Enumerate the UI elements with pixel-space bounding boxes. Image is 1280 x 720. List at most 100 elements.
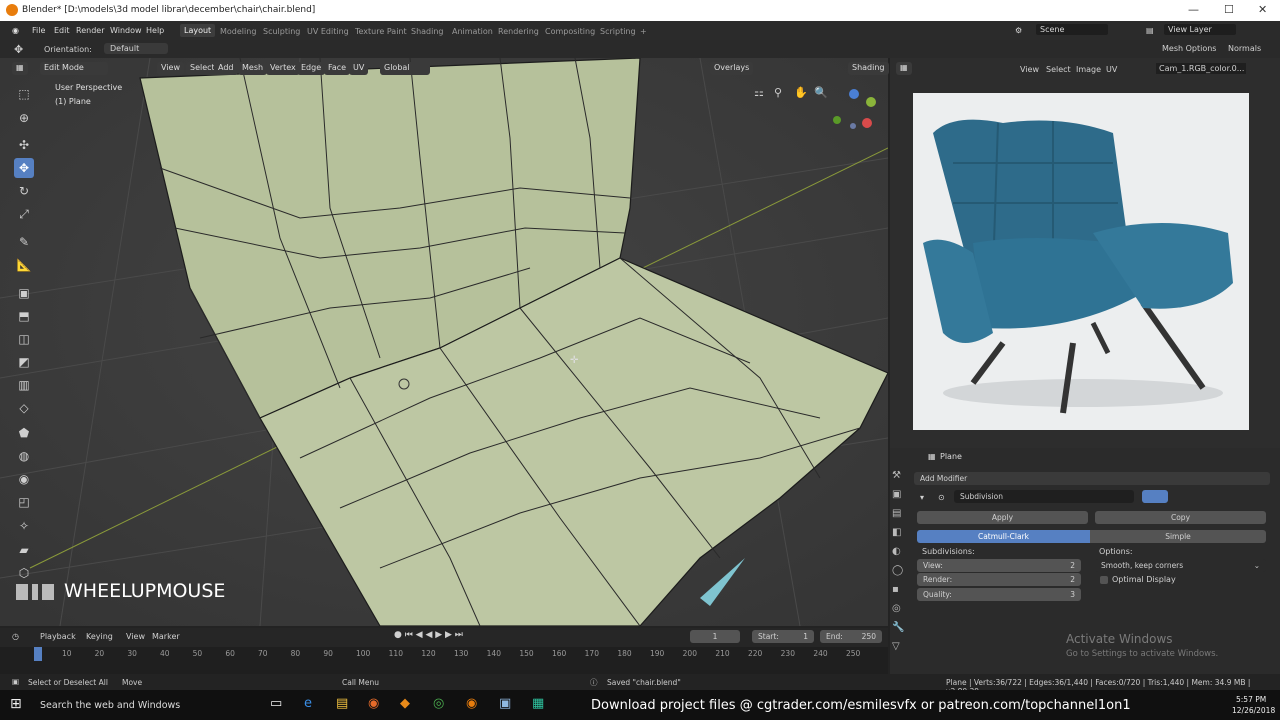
view-subdivisions-field[interactable]: View: 2 [917,559,1081,572]
timeline-editor-icon[interactable]: ◷ [12,632,19,641]
uv-smooth-dropdown[interactable]: Smooth, keep corners ⌄ [1095,559,1266,572]
shrink-tool-icon[interactable]: ✧ [14,516,34,536]
menu-help[interactable]: Help [146,26,164,35]
catmull-clark-tab[interactable]: Catmull-Clark [917,530,1090,543]
image-editor-type-icon[interactable]: ▦ [896,62,912,75]
rotate-tool-icon[interactable]: ↻ [14,181,34,201]
cursor-tool-icon[interactable]: ⊕ [14,108,34,128]
editor-type-icon[interactable]: ▦ [12,62,28,75]
shear-tool-icon[interactable]: ▰ [14,540,34,560]
add-workspace-icon[interactable]: + [640,27,647,36]
tab-sculpting[interactable]: Sculpting [263,27,300,36]
world-tab-icon[interactable]: ◯ [892,565,910,584]
tab-animation[interactable]: Animation [452,27,493,36]
apply-button[interactable]: Apply [917,511,1088,524]
3d-viewport[interactable]: ✛ ⚏ ⚲ ✋ 🔍 [0,58,888,626]
extrude-tool-icon[interactable]: ⬒ [14,306,34,326]
collapse-modifier-icon[interactable]: ▾ [920,493,924,502]
normals-dropdown[interactable]: Normals [1228,44,1261,53]
img-menu-view[interactable]: View [1020,65,1039,74]
image-selector[interactable]: Cam_1.RGB_color.0... [1156,63,1246,74]
knife-tool-icon[interactable]: ◇ [14,398,34,418]
current-frame-field[interactable]: 1 [690,630,740,643]
transform-tool-icon[interactable]: ✥ [14,158,34,178]
edge-slide-tool-icon[interactable]: ◰ [14,492,34,512]
app-icon[interactable]: ▦ [532,696,544,711]
img-menu-select[interactable]: Select [1046,65,1071,74]
playback-controls[interactable]: ● ⏮ ◀ ◀ ▶ ▶ ⏭ [394,630,463,640]
vp-menu-view[interactable]: View [157,62,184,75]
add-cube-tool-icon[interactable]: ▣ [14,283,34,303]
edge-browser-icon[interactable]: e [304,696,312,711]
timeline-menu-playback[interactable]: Playback [40,632,76,641]
tab-uv-editing[interactable]: UV Editing [307,27,349,36]
firefox-icon[interactable]: ◉ [368,696,379,711]
tab-layout[interactable]: Layout [180,24,216,37]
transform-orientation-dropdown[interactable]: Global [380,62,430,75]
chrome-icon[interactable]: ◎ [433,696,444,711]
tool-tab-icon[interactable]: ⚒ [892,470,910,489]
data-tab-icon[interactable]: ▽ [892,641,910,660]
timeline-menu-view[interactable]: View [126,632,145,641]
file-explorer-icon[interactable]: ▤ [336,696,348,711]
bevel-tool-icon[interactable]: ◩ [14,352,34,372]
playhead[interactable] [34,647,42,661]
timeline-menu-keying[interactable]: Keying [86,632,113,641]
maximize-icon[interactable]: ☐ [1224,3,1234,16]
mesh-options-dropdown[interactable]: Mesh Options [1162,44,1216,53]
menu-edit[interactable]: Edit [54,26,70,35]
poly-build-tool-icon[interactable]: ⬟ [14,423,34,443]
vp-menu-add[interactable]: Add [214,62,238,75]
scale-tool-icon[interactable]: ⤢ [14,204,34,224]
physics-tab-icon[interactable]: ◎ [892,603,910,622]
vp-menu-vertex[interactable]: Vertex [266,62,300,75]
tab-scripting[interactable]: Scripting [600,27,636,36]
select-box-tool-icon[interactable]: ⬚ [14,84,34,104]
object-tab-icon[interactable]: ▪ [892,584,910,603]
output-tab-icon[interactable]: ▤ [892,508,910,527]
view-layer-selector[interactable]: View Layer [1164,24,1236,35]
render-tab-icon[interactable]: ▣ [892,489,910,508]
loop-cut-tool-icon[interactable]: ▥ [14,375,34,395]
close-icon[interactable]: ✕ [1258,3,1267,16]
inset-tool-icon[interactable]: ◫ [14,329,34,349]
taskbar-search[interactable]: Search the web and Windows [40,700,180,711]
vp-menu-face[interactable]: Face [324,62,351,75]
tab-texture-paint[interactable]: Texture Paint [355,27,407,36]
img-menu-image[interactable]: Image [1076,65,1101,74]
windows-start-icon[interactable]: ⊞ [10,696,22,712]
timeline-track[interactable]: 10 20 30 40 50 60 70 80 90 100 110 120 130 140 150 160 1… [0,647,888,674]
mode-dropdown[interactable]: Edit Mode [40,62,108,75]
scene-tab-icon[interactable]: ◐ [892,546,910,565]
orientation-dropdown[interactable]: Default [104,43,168,54]
scene-selector[interactable]: Scene [1036,24,1108,35]
move-icon[interactable]: ✣ [14,135,34,155]
smooth-tool-icon[interactable]: ◉ [14,469,34,489]
vp-menu-uv[interactable]: UV [349,62,369,75]
quality-field[interactable]: Quality: 3 [917,588,1081,601]
tab-shading[interactable]: Shading [411,27,444,36]
overlays-button[interactable]: Overlays [710,62,754,75]
menu-file[interactable]: File [32,26,45,35]
add-modifier-dropdown[interactable]: Add Modifier [914,472,1270,485]
tab-rendering[interactable]: Rendering [498,27,539,36]
optimal-display-checkbox[interactable] [1100,576,1108,584]
minimize-icon[interactable]: — [1188,3,1199,16]
copy-button[interactable]: Copy [1095,511,1266,524]
modifier-visibility-toggles[interactable] [1142,490,1168,503]
start-frame-field[interactable]: Start: 1 [752,630,814,643]
spin-tool-icon[interactable]: ◍ [14,446,34,466]
sublime-icon[interactable]: ◆ [400,696,410,711]
vp-menu-edge[interactable]: Edge [297,62,326,75]
annotate-tool-icon[interactable]: ✎ [14,232,34,252]
menu-window[interactable]: Window [110,26,142,35]
vp-menu-mesh[interactable]: Mesh [238,62,268,75]
view-layer-tab-icon[interactable]: ◧ [892,527,910,546]
timeline-menu-marker[interactable]: Marker [152,632,180,641]
task-view-icon[interactable]: ▭ [270,696,282,711]
img-menu-uv[interactable]: UV [1106,65,1117,74]
display-icon[interactable]: ▣ [499,696,511,711]
tab-compositing[interactable]: Compositing [545,27,595,36]
shading-button[interactable]: Shading [848,62,889,75]
menu-render[interactable]: Render [76,26,104,35]
